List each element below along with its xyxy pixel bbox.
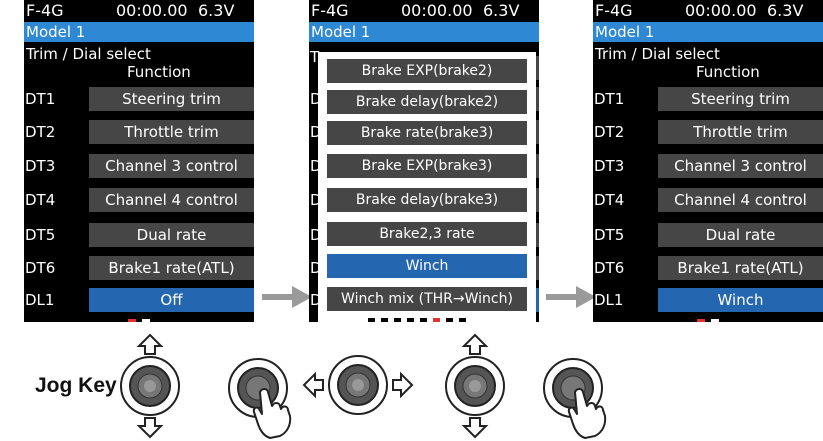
popup-option[interactable]: Brake rate(brake3)	[327, 121, 527, 145]
function-button-dl1[interactable]: Off	[89, 288, 254, 312]
status-timer: 00:00.00	[401, 1, 473, 20]
page-dot	[420, 318, 427, 322]
function-button-dt2[interactable]: Throttle trim	[89, 120, 254, 144]
jog-key-up-down-icon	[445, 333, 505, 439]
function-button-dl1[interactable]: Winch	[658, 288, 823, 312]
status-voltage: 6.3V	[198, 1, 235, 20]
jog-key-left-right-icon	[302, 355, 414, 415]
screen-after: F-4G 00:00.00 6.3V Model 1 Trim / Dial s…	[593, 0, 823, 322]
function-button-dt3[interactable]: Channel 3 control	[658, 154, 823, 178]
popup-option[interactable]: Brake EXP(brake3)	[327, 154, 527, 178]
arrow-right-icon	[262, 286, 312, 308]
status-voltage: 6.3V	[483, 1, 520, 20]
function-button-dt3[interactable]: Channel 3 control	[89, 154, 254, 178]
page-dot	[446, 318, 453, 322]
screen-before: F-4G 00:00.00 6.3V Model 1 Trim / Dial s…	[24, 0, 254, 322]
row-label: DT6	[25, 259, 56, 277]
function-button-dt4[interactable]: Channel 4 control	[658, 188, 823, 212]
status-bar: F-4G 00:00.00 6.3V	[593, 0, 823, 22]
page-dot-current	[433, 318, 440, 322]
page-dot	[459, 318, 466, 322]
popup-option[interactable]: Brake delay(brake3)	[327, 188, 527, 212]
popup-page-indicator	[368, 318, 488, 322]
background-button-edge	[536, 154, 539, 178]
background-button-edge	[536, 288, 539, 312]
row-label: DL1	[594, 291, 624, 309]
status-timer: 00:00.00	[685, 1, 757, 20]
row-label: DT3	[594, 157, 625, 175]
background-button-edge	[536, 223, 539, 247]
status-model: F-4G	[26, 1, 64, 20]
background-button-edge	[536, 120, 539, 144]
function-select-popup: Brake EXP(brake2) Brake delay(brake2) Br…	[318, 52, 536, 322]
popup-option[interactable]: Brake delay(brake2)	[327, 90, 527, 114]
page-dot	[368, 318, 375, 322]
status-bar: F-4G 00:00.00 6.3V	[24, 0, 254, 22]
page-indicator	[142, 319, 150, 322]
background-button-edge	[536, 188, 539, 212]
row-label: DT1	[594, 90, 625, 108]
column-header: Function	[696, 63, 760, 81]
function-button-dt1[interactable]: Steering trim	[89, 87, 254, 111]
status-model: F-4G	[595, 1, 633, 20]
page-indicator	[711, 319, 719, 322]
row-label: DL1	[25, 291, 55, 309]
row-label: DT4	[594, 191, 625, 209]
row-label: DT4	[25, 191, 56, 209]
page-title: Trim / Dial select	[595, 45, 720, 63]
background-button-edge	[536, 256, 539, 280]
background-button-edge	[536, 87, 539, 111]
model-title-bar: Model 1	[309, 22, 539, 42]
page-indicator-current	[697, 319, 705, 322]
function-button-dt1[interactable]: Steering trim	[658, 87, 823, 111]
model-title-bar: Model 1	[593, 22, 823, 42]
function-button-dt5[interactable]: Dual rate	[658, 223, 823, 247]
page-indicator-current	[128, 319, 136, 322]
status-bar: F-4G 00:00.00 6.3V	[309, 0, 539, 22]
row-label: DT2	[594, 123, 625, 141]
row-label: DT1	[25, 90, 56, 108]
page-title: Trim / Dial select	[26, 45, 151, 63]
column-header: Function	[127, 63, 191, 81]
arrow-right-icon	[546, 286, 596, 308]
jog-key-label: Jog Key	[35, 374, 117, 397]
row-label: DT2	[25, 123, 56, 141]
background-button-edge	[536, 56, 539, 80]
model-title-bar: Model 1	[24, 22, 254, 42]
row-label: DT5	[594, 226, 625, 244]
row-label: DT6	[594, 259, 625, 277]
function-button-dt6[interactable]: Brake1 rate(ATL)	[89, 256, 254, 280]
status-model: F-4G	[311, 1, 349, 20]
row-label: DT5	[25, 226, 56, 244]
page-dot	[407, 318, 414, 322]
popup-option[interactable]: Winch mix (THR→Winch)	[327, 287, 527, 311]
function-button-dt5[interactable]: Dual rate	[89, 223, 254, 247]
row-label: DT3	[25, 157, 56, 175]
popup-option[interactable]: Brake EXP(brake2)	[327, 59, 527, 83]
jog-key-press-icon	[543, 358, 607, 439]
status-voltage: 6.3V	[767, 1, 804, 20]
popup-option-selected[interactable]: Winch	[327, 254, 527, 278]
status-timer: 00:00.00	[116, 1, 188, 20]
jog-key-press-icon	[228, 358, 292, 439]
jog-key-up-down-icon	[120, 333, 180, 439]
function-button-dt6[interactable]: Brake1 rate(ATL)	[658, 256, 823, 280]
function-button-dt4[interactable]: Channel 4 control	[89, 188, 254, 212]
page-dot	[381, 318, 388, 322]
popup-option[interactable]: Brake2,3 rate	[327, 222, 527, 246]
page-dot	[394, 318, 401, 322]
function-button-dt2[interactable]: Throttle trim	[658, 120, 823, 144]
